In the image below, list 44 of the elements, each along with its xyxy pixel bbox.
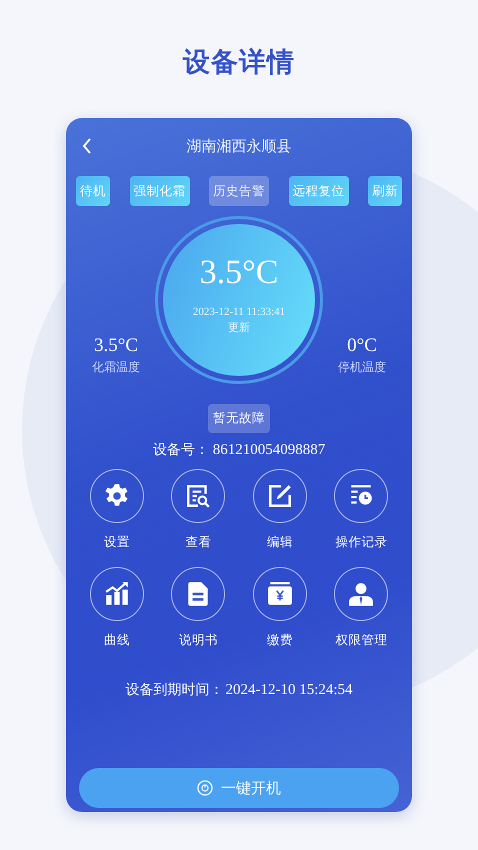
bar-chart-icon (104, 581, 130, 607)
update-timestamp: 2023-12-11 11:33:41 (192, 306, 286, 318)
current-temperature: 3.5°C (200, 254, 278, 292)
power-icon (197, 780, 213, 796)
shutdown-temperature-value: 0°C (347, 335, 377, 357)
defrost-temperature-value: 3.5°C (94, 335, 138, 357)
menu-icon-button[interactable] (252, 469, 307, 523)
action-button[interactable]: 刷新 (368, 176, 402, 206)
gear-icon (104, 483, 130, 509)
shutdown-temperature-label: 停机温度 (338, 359, 386, 376)
menu-icon-button[interactable] (334, 567, 388, 621)
document-search-icon (185, 483, 212, 509)
document-icon (186, 581, 210, 607)
page-title: 设备详情 (183, 46, 295, 80)
fault-status-badge: 暂无故障 (208, 404, 270, 433)
menu-icon-button[interactable] (90, 469, 144, 523)
menu-icon-button[interactable] (334, 469, 388, 523)
expiry-value: 2024-12-10 15:24:54 (225, 682, 353, 699)
action-button[interactable]: 强制化霜 (130, 176, 190, 206)
menu-icon-button[interactable] (171, 567, 226, 621)
action-button[interactable]: 远程复位 (288, 176, 348, 206)
menu-icon-button[interactable] (171, 469, 226, 523)
yen-wallet-icon (266, 581, 293, 607)
menu-label: 曲线 (104, 632, 130, 649)
defrost-temperature-label: 化霜温度 (92, 359, 140, 376)
menu-icon-button[interactable] (90, 567, 144, 621)
menu-label: 说明书 (178, 632, 218, 649)
device-id-label: 设备号： (152, 441, 209, 459)
menu-icon-button[interactable] (252, 567, 307, 621)
back-icon (82, 138, 92, 154)
user-icon (348, 581, 374, 607)
device-location-title: 湖南湘西永顺县 (186, 136, 292, 156)
menu-label: 设置 (104, 534, 130, 551)
action-button[interactable]: 待机 (76, 176, 110, 206)
menu-label: 编辑 (266, 534, 293, 551)
menu-label: 缴费 (266, 632, 293, 649)
device-id-value: 861210054098887 (212, 442, 326, 459)
power-on-button[interactable]: 一键开机 (79, 768, 399, 808)
update-label: 更新 (228, 320, 250, 335)
edit-icon (266, 483, 293, 509)
menu-label: 操作记录 (335, 534, 388, 551)
menu-label: 查看 (185, 534, 212, 551)
expiry-label: 设备到期时间： (125, 681, 224, 699)
menu-label: 权限管理 (335, 632, 388, 649)
